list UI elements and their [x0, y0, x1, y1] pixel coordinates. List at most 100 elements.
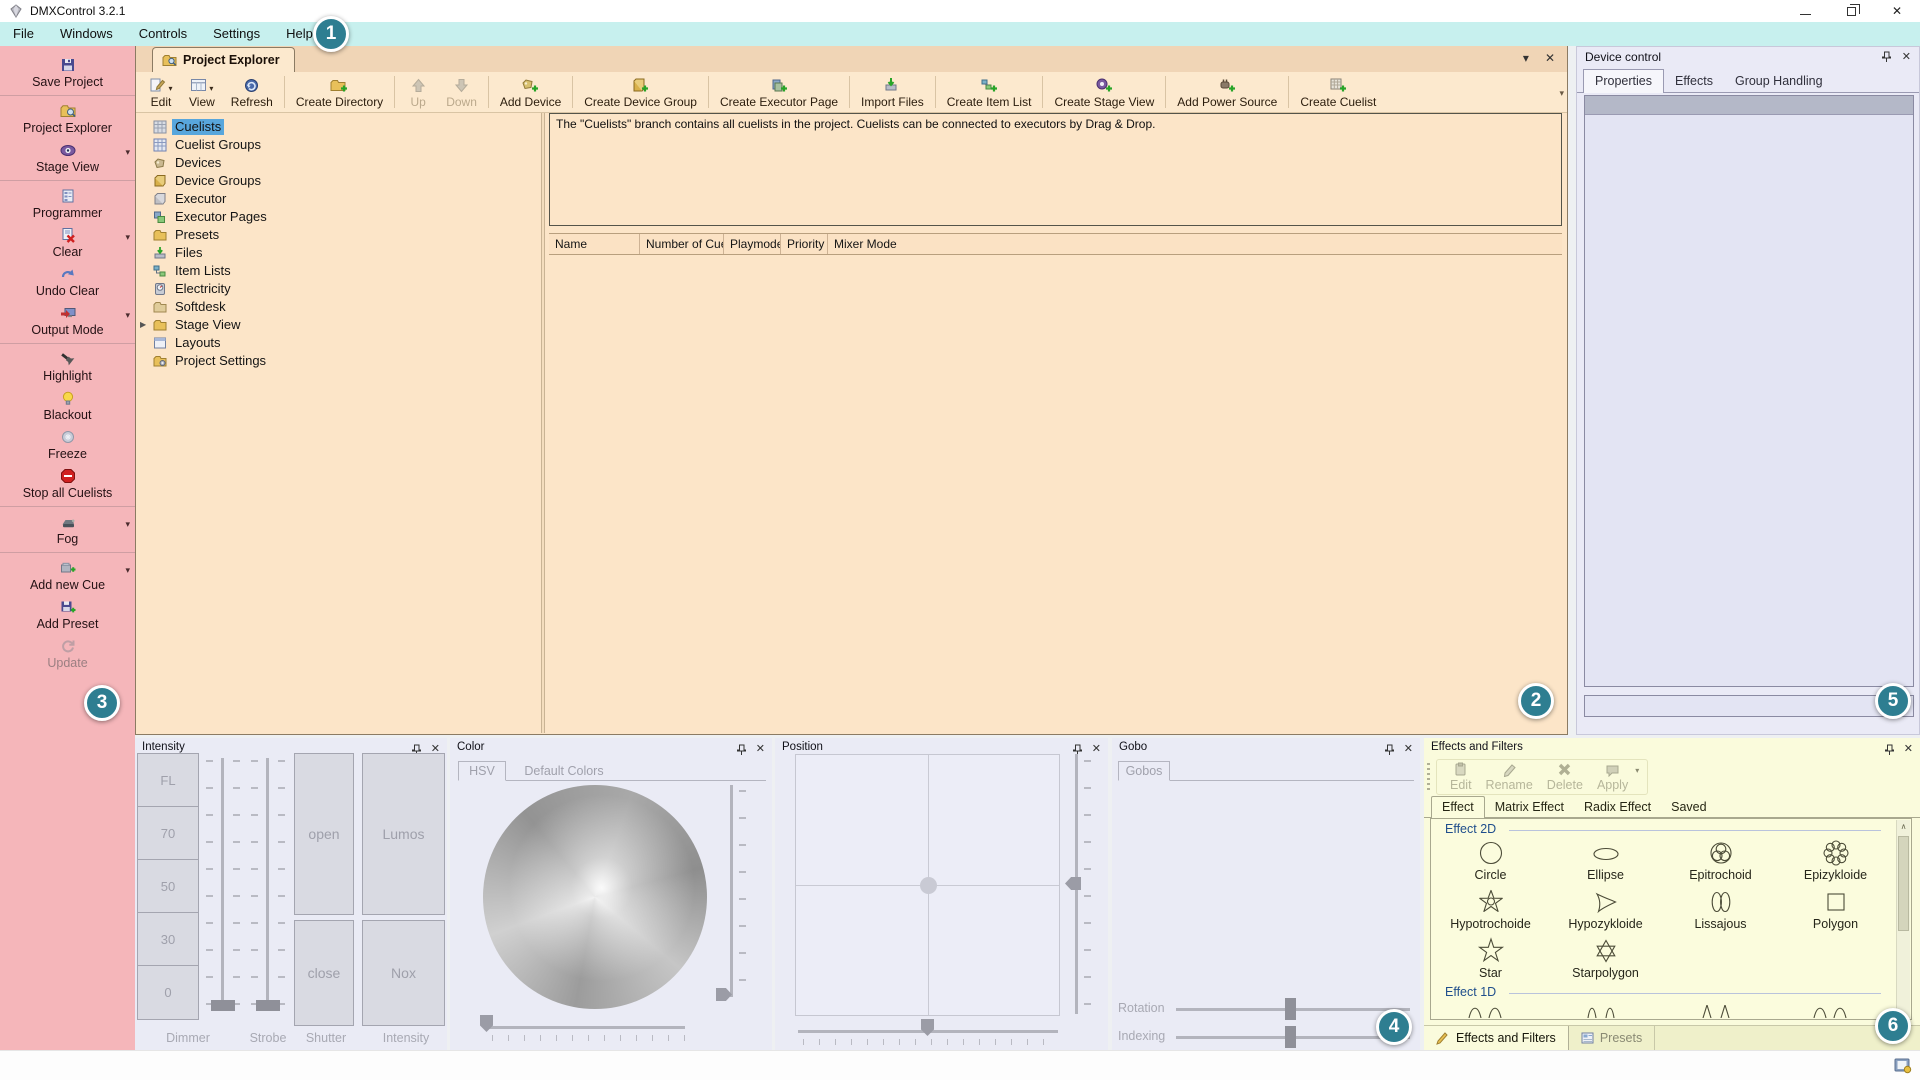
chevron-down-icon[interactable]: ▾ — [125, 310, 130, 321]
tree-item-cuelists[interactable]: Cuelists — [136, 118, 541, 136]
indexing-slider-handle[interactable] — [1285, 1026, 1296, 1048]
sidebar-item-blackout[interactable]: Blackout — [0, 386, 135, 425]
panel-close-icon[interactable]: ✕ — [1902, 50, 1911, 63]
rotation-slider-handle[interactable] — [1285, 998, 1296, 1020]
strobe-slider-handle[interactable] — [256, 1000, 280, 1011]
toolbar-create-item-list-button[interactable]: Create Item List — [939, 73, 1040, 111]
effect-item-polygon[interactable]: Polygon — [1778, 886, 1893, 935]
toolbar-edit-button[interactable]: ▾ Edit — [141, 73, 181, 111]
dimmer-full-button[interactable]: FL — [137, 753, 199, 807]
menu-controls[interactable]: Controls — [126, 22, 200, 46]
toolbar-refresh-button[interactable]: Refresh — [223, 73, 281, 111]
effect-item-star[interactable]: Star — [1433, 935, 1548, 984]
toolbar-import-files-button[interactable]: Import Files — [853, 73, 932, 111]
toolbar-create-device-group-button[interactable]: Create Device Group — [576, 73, 705, 111]
pin-icon[interactable] — [1884, 744, 1895, 756]
tab-effects[interactable]: Effects — [1664, 70, 1724, 92]
toolbar-create-stage-view-button[interactable]: Create Stage View — [1046, 73, 1162, 111]
tab-matrix-effect[interactable]: Matrix Effect — [1485, 797, 1574, 817]
tab-properties[interactable]: Properties — [1583, 69, 1664, 93]
column-header-playmode[interactable]: Playmode — [724, 234, 781, 254]
chevron-down-icon[interactable]: ▾ — [209, 84, 213, 93]
dimmer-0-button[interactable]: 0 — [137, 965, 199, 1020]
toolbar-create-directory-button[interactable]: Create Directory — [288, 73, 391, 111]
dimmer-slider-handle[interactable] — [211, 1000, 235, 1011]
tab-project-explorer[interactable]: Project Explorer — [152, 47, 295, 72]
pin-icon[interactable] — [1881, 51, 1892, 63]
panel-close-icon[interactable]: ✕ — [1904, 740, 1913, 759]
sidebar-item-clear[interactable]: Clear ▾ — [0, 223, 135, 262]
tree-item-item-lists[interactable]: Item Lists — [136, 262, 541, 280]
shutter-close-button[interactable]: close — [294, 920, 354, 1026]
chevron-down-icon[interactable]: ▾ — [125, 147, 130, 158]
sidebar-item-save-project[interactable]: Save Project — [0, 53, 135, 92]
hsv-color-wheel[interactable] — [483, 785, 707, 1009]
pin-icon[interactable] — [1384, 744, 1395, 756]
apply-chevron-icon[interactable]: ▾ — [1635, 766, 1639, 775]
dimmer-70-button[interactable]: 70 — [137, 806, 199, 860]
sidebar-item-output-mode[interactable]: Output Mode ▾ — [0, 301, 135, 340]
effect-item-lissajous[interactable]: Lissajous — [1663, 886, 1778, 935]
tree-item-devices[interactable]: Devices — [136, 154, 541, 172]
tree-item-executor[interactable]: Executor — [136, 190, 541, 208]
effect-item-hypozykloide[interactable]: Hypozykloide — [1548, 886, 1663, 935]
effect-item-hypotrochoide[interactable]: Hypotrochoide — [1433, 886, 1548, 935]
toolbar-drag-handle[interactable] — [1427, 763, 1430, 793]
effect-item-starpolygon[interactable]: Starpolygon — [1548, 935, 1663, 984]
tree-item-files[interactable]: Files — [136, 244, 541, 262]
bottom-tab-effects-and-filters[interactable]: Effects and Filters — [1424, 1026, 1569, 1050]
panel-close-icon[interactable]: ✕ — [1404, 740, 1413, 759]
tilt-slider-handle[interactable] — [1065, 877, 1081, 890]
strobe-slider-track[interactable] — [266, 758, 269, 1010]
menu-file[interactable]: File — [0, 22, 47, 46]
tab-list-chevron-icon[interactable]: ▾ — [1523, 51, 1529, 65]
sidebar-item-freeze[interactable]: Freeze — [0, 425, 135, 464]
tab-saved[interactable]: Saved — [1661, 797, 1716, 817]
effect-item-circle[interactable]: Circle — [1433, 837, 1548, 886]
sidebar-item-add-preset[interactable]: Add Preset — [0, 595, 135, 634]
toolbar-view-button[interactable]: ▾ View — [181, 73, 223, 111]
tab-effect[interactable]: Effect — [1431, 796, 1485, 818]
intensity-lumos-button[interactable]: Lumos — [362, 753, 445, 915]
toolbar-add-power-source-button[interactable]: Add Power Source — [1169, 73, 1285, 111]
shutter-open-button[interactable]: open — [294, 753, 354, 915]
panel-close-icon[interactable]: ✕ — [1092, 740, 1101, 759]
device-properties-list[interactable] — [1584, 95, 1914, 687]
toolbar-add-device-button[interactable]: Add Device — [492, 73, 569, 111]
tree-item-cuelist-groups[interactable]: Cuelist Groups — [136, 136, 541, 154]
sidebar-item-undo-clear[interactable]: Undo Clear — [0, 262, 135, 301]
sidebar-item-stage-view[interactable]: Stage View ▾ — [0, 138, 135, 177]
column-header-mixer-mode[interactable]: Mixer Mode — [828, 234, 1562, 254]
sidebar-item-project-explorer[interactable]: Project Explorer — [0, 99, 135, 138]
bottom-tab-presets[interactable]: Presets — [1569, 1026, 1655, 1050]
column-header-priority[interactable]: Priority — [781, 234, 828, 254]
effect-item-epizykloide[interactable]: Epizykloide — [1778, 837, 1893, 886]
pan-slider-handle[interactable] — [921, 1019, 934, 1036]
sidebar-item-stop-all-cuelists[interactable]: Stop all Cuelists — [0, 464, 135, 503]
tree-item-softdesk[interactable]: Softdesk — [136, 298, 541, 316]
pin-icon[interactable] — [736, 744, 747, 756]
minimize-button[interactable] — [1782, 0, 1828, 22]
menu-settings[interactable]: Settings — [200, 22, 273, 46]
scroll-up-icon[interactable]: ∧ — [1897, 820, 1910, 834]
chevron-down-icon[interactable]: ▾ — [125, 232, 130, 243]
tab-close-icon[interactable]: ✕ — [1545, 51, 1555, 65]
wave-effect-icon[interactable] — [1578, 1005, 1634, 1018]
tree-splitter[interactable] — [541, 113, 545, 733]
scrollbar-thumb[interactable] — [1898, 836, 1909, 931]
tab-hsv[interactable]: HSV — [458, 761, 506, 781]
sidebar-item-programmer[interactable]: Programmer — [0, 184, 135, 223]
chevron-down-icon[interactable]: ▾ — [125, 565, 130, 576]
tree-item-electricity[interactable]: Electricity — [136, 280, 541, 298]
wave-effect-icon[interactable] — [1808, 1005, 1864, 1018]
wave-effect-icon[interactable] — [1693, 1005, 1749, 1018]
dimmer-50-button[interactable]: 50 — [137, 859, 199, 913]
pan-tilt-pad[interactable] — [795, 754, 1060, 1016]
value-slider-track[interactable] — [730, 785, 733, 997]
intensity-nox-button[interactable]: Nox — [362, 920, 445, 1026]
panel-close-icon[interactable]: ✕ — [756, 740, 765, 759]
tree-item-executor-pages[interactable]: Executor Pages — [136, 208, 541, 226]
toolbar-create-executor-page-button[interactable]: Create Executor Page — [712, 73, 846, 111]
tab-group-handling[interactable]: Group Handling — [1724, 70, 1834, 92]
pan-tilt-position-dot[interactable] — [920, 877, 937, 894]
